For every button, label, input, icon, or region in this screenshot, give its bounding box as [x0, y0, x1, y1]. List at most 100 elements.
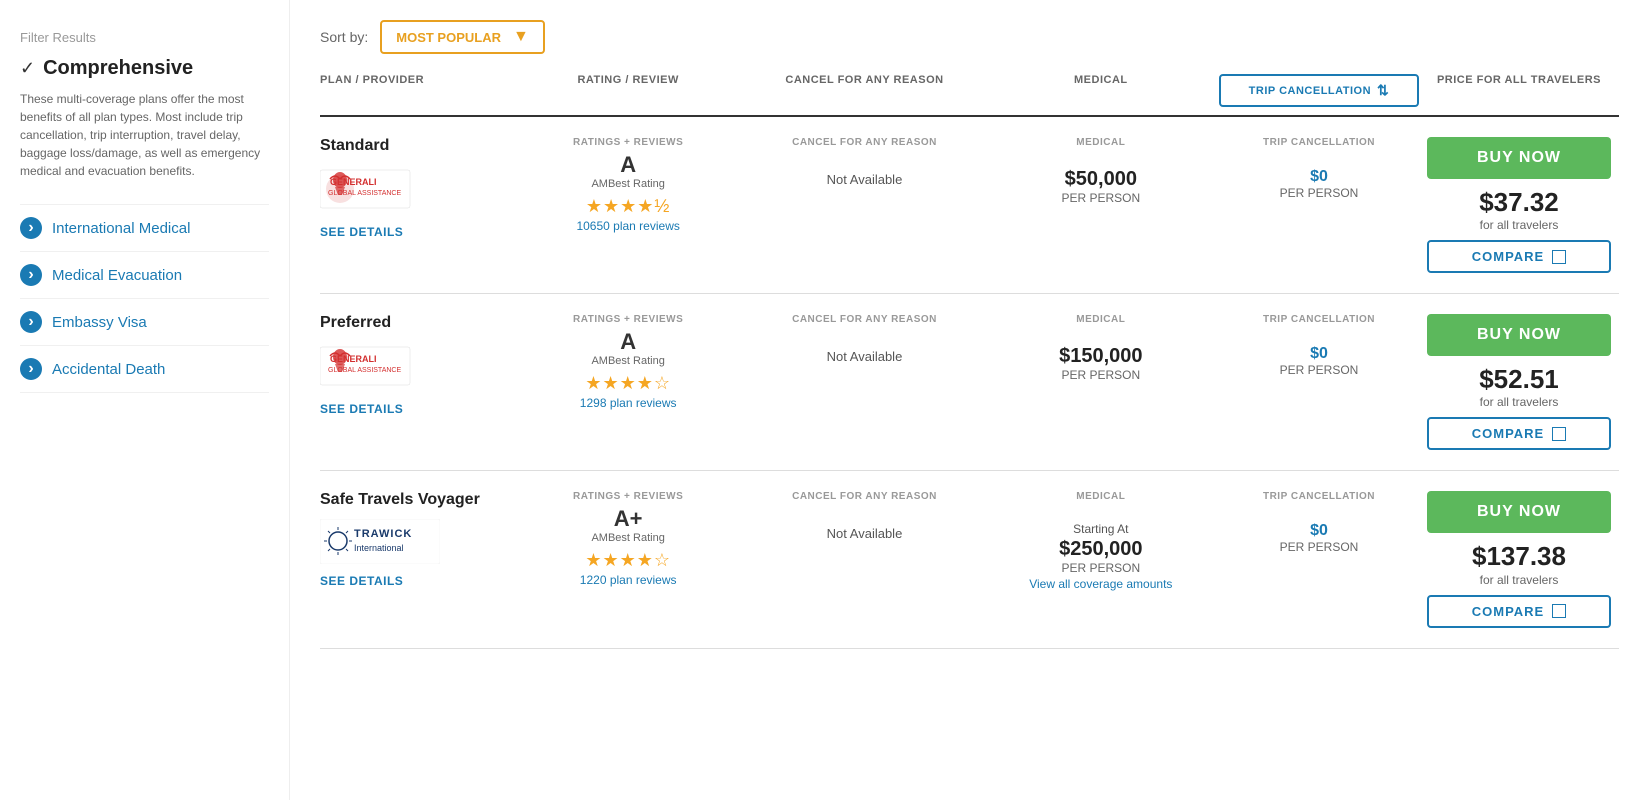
rating-label: RATINGS + REVIEWS — [518, 137, 738, 148]
medical-col-1: MEDICAL $150,000 PER PERSON — [983, 314, 1219, 382]
cancel-col-2: CANCEL FOR ANY REASON Not Available — [746, 491, 982, 541]
medical-col-0: MEDICAL $50,000 PER PERSON — [983, 137, 1219, 205]
cancel-value: Not Available — [754, 526, 974, 541]
ambest-grade: A — [518, 329, 738, 355]
rating-label: RATINGS + REVIEWS — [518, 491, 738, 502]
star-rating: ★★★★☆ — [518, 550, 738, 571]
ambest-grade: A+ — [518, 506, 738, 532]
sort-label: Sort by: — [320, 29, 368, 45]
see-details-link[interactable]: SEE DETAILS — [320, 402, 403, 416]
starting-at: Starting At — [991, 522, 1211, 536]
sidebar-item-international-medical[interactable]: International Medical — [20, 204, 269, 251]
trip-per-person: PER PERSON — [1227, 186, 1411, 200]
trip-cancel-amount: $0 — [1227, 345, 1411, 363]
medical-amount: $250,000 — [991, 538, 1211, 561]
generali-logo: GENERALI GLOBAL ASSISTANCE — [320, 342, 420, 392]
chevron-down-icon: ▼ — [513, 28, 529, 46]
th-trip-cancellation[interactable]: TRIP CANCELLATION ⇅ — [1219, 74, 1419, 107]
medical-label: MEDICAL — [991, 137, 1211, 148]
sidebar-item-label: Medical Evacuation — [52, 267, 182, 284]
price-col-0: BUY NOW $37.32 for all travelers COMPARE — [1419, 137, 1619, 273]
sidebar-item-accidental-death[interactable]: Accidental Death — [20, 345, 269, 393]
buy-now-button[interactable]: BUY NOW — [1427, 314, 1611, 356]
th-price: PRICE FOR ALL TRAVELERS — [1419, 74, 1619, 107]
trawick-logo: TRAWICK International — [320, 519, 440, 564]
chevron-right-icon — [20, 358, 42, 380]
comprehensive-label: Comprehensive — [43, 57, 193, 80]
chevron-right-icon — [20, 311, 42, 333]
rating-col-0: RATINGS + REVIEWS A AMBest Rating ★★★★½ … — [510, 137, 746, 233]
cancel-col-0: CANCEL FOR ANY REASON Not Available — [746, 137, 982, 187]
cancel-label: CANCEL FOR ANY REASON — [754, 491, 974, 502]
compare-checkbox[interactable] — [1552, 250, 1566, 264]
table-row: Safe Travels Voyager TRAWICK I — [320, 471, 1619, 648]
plan-name: Safe Travels Voyager — [320, 491, 500, 509]
rating-col-1: RATINGS + REVIEWS A AMBest Rating ★★★★☆ … — [510, 314, 746, 410]
sidebar: Filter Results ✓ Comprehensive These mul… — [0, 0, 290, 800]
table-row: Preferred GENERALI GLOBAL ASSISTANCE SEE… — [320, 294, 1619, 471]
ambest-label: AMBest Rating — [518, 178, 738, 190]
trip-cancel-amount: $0 — [1227, 522, 1411, 540]
price-amount: $37.32 — [1427, 187, 1611, 218]
cancel-label: CANCEL FOR ANY REASON — [754, 137, 974, 148]
buy-now-button[interactable]: BUY NOW — [1427, 137, 1611, 179]
price-col-2: BUY NOW $137.38 for all travelers COMPAR… — [1419, 491, 1619, 627]
th-medical: MEDICAL — [983, 74, 1219, 107]
compare-button[interactable]: COMPARE — [1427, 417, 1611, 450]
compare-button[interactable]: COMPARE — [1427, 240, 1611, 273]
sidebar-description: These multi-coverage plans offer the mos… — [20, 90, 269, 180]
medical-label: MEDICAL — [991, 491, 1211, 502]
trip-cancel-label: TRIP CANCELLATION — [1227, 137, 1411, 148]
for-all-travelers: for all travelers — [1427, 218, 1611, 232]
see-details-link[interactable]: SEE DETAILS — [320, 225, 403, 239]
medical-amount: $50,000 — [991, 168, 1211, 191]
price-amount: $137.38 — [1427, 541, 1611, 572]
sidebar-item-embassy-visa[interactable]: Embassy Visa — [20, 298, 269, 345]
plan-info-standard: Standard GENERALI GLOBAL ASSISTANCE SEE … — [320, 137, 510, 239]
sort-arrows-icon: ⇅ — [1377, 82, 1389, 99]
table-row: Standard GENERALI GLOBAL ASSISTANCE SEE … — [320, 117, 1619, 294]
reviews-link[interactable]: 1220 plan reviews — [580, 573, 677, 587]
price-amount: $52.51 — [1427, 364, 1611, 395]
trip-per-person: PER PERSON — [1227, 363, 1411, 377]
compare-checkbox[interactable] — [1552, 427, 1566, 441]
plan-name: Standard — [320, 137, 500, 155]
plan-name: Preferred — [320, 314, 500, 332]
comprehensive-filter: ✓ Comprehensive — [20, 57, 269, 80]
compare-checkbox[interactable] — [1552, 604, 1566, 618]
main-content: Sort by: MOST POPULAR ▼ PLAN / PROVIDER … — [290, 0, 1639, 800]
ambest-label: AMBest Rating — [518, 532, 738, 544]
generali-logo: GENERALI GLOBAL ASSISTANCE — [320, 165, 420, 215]
see-details-link[interactable]: SEE DETAILS — [320, 574, 403, 588]
filter-title: Filter Results — [20, 30, 269, 45]
rating-label: RATINGS + REVIEWS — [518, 314, 738, 325]
reviews-link[interactable]: 1298 plan reviews — [580, 396, 677, 410]
for-all-travelers: for all travelers — [1427, 395, 1611, 409]
buy-now-button[interactable]: BUY NOW — [1427, 491, 1611, 533]
medical-col-2: MEDICAL Starting At $250,000 PER PERSON … — [983, 491, 1219, 591]
cancel-col-1: CANCEL FOR ANY REASON Not Available — [746, 314, 982, 364]
table-header: PLAN / PROVIDER RATING / REVIEW CANCEL F… — [320, 74, 1619, 117]
for-all-travelers: for all travelers — [1427, 573, 1611, 587]
sidebar-item-medical-evacuation[interactable]: Medical Evacuation — [20, 251, 269, 298]
medical-amount: $150,000 — [991, 345, 1211, 368]
trip-cancel-col-1: TRIP CANCELLATION $0 PER PERSON — [1219, 314, 1419, 377]
reviews-link[interactable]: 10650 plan reviews — [576, 219, 679, 233]
sort-dropdown[interactable]: MOST POPULAR ▼ — [380, 20, 545, 54]
price-col-1: BUY NOW $52.51 for all travelers COMPARE — [1419, 314, 1619, 450]
per-person: PER PERSON — [991, 561, 1211, 575]
plan-info-preferred: Preferred GENERALI GLOBAL ASSISTANCE SEE… — [320, 314, 510, 416]
th-rating-review: RATING / REVIEW — [510, 74, 746, 107]
sidebar-item-label: Accidental Death — [52, 361, 165, 378]
sort-bar: Sort by: MOST POPULAR ▼ — [320, 20, 1619, 54]
trip-cancel-col-0: TRIP CANCELLATION $0 PER PERSON — [1219, 137, 1419, 200]
chevron-right-icon — [20, 217, 42, 239]
view-all-coverage-link[interactable]: View all coverage amounts — [1029, 577, 1172, 591]
trip-cancel-label: TRIP CANCELLATION — [1227, 314, 1411, 325]
sort-value: MOST POPULAR — [396, 30, 501, 45]
sidebar-item-label: International Medical — [52, 220, 190, 237]
th-cancel-reason: CANCEL FOR ANY REASON — [746, 74, 982, 107]
chevron-right-icon — [20, 264, 42, 286]
th-plan-provider: PLAN / PROVIDER — [320, 74, 510, 107]
compare-button[interactable]: COMPARE — [1427, 595, 1611, 628]
